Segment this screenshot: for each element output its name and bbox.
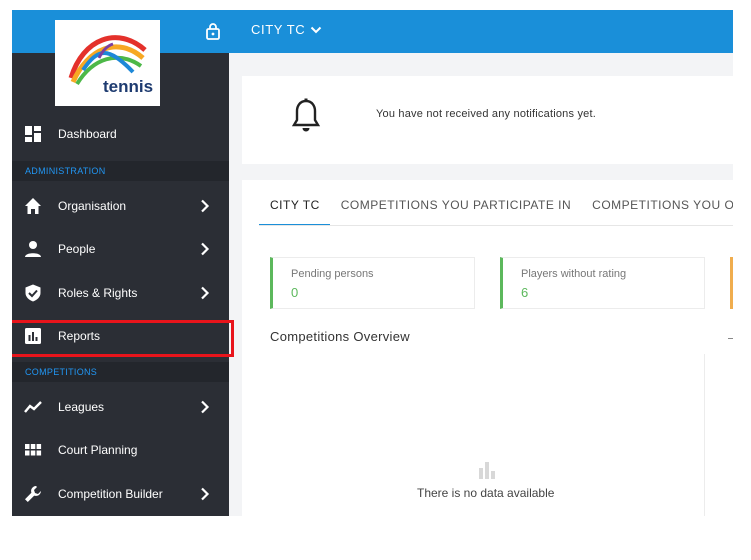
- stat-label: Players without rating: [521, 268, 627, 280]
- stat-label: Pending persons: [291, 268, 374, 280]
- sidebar-item-label: Reports: [58, 329, 101, 343]
- chevron-right-icon: [201, 242, 210, 256]
- tab-city-tc[interactable]: CITY TC: [259, 180, 330, 226]
- organisation-selector[interactable]: CITY TC: [251, 22, 322, 37]
- sidebar-item-label: Roles & Rights: [58, 286, 138, 300]
- section-header-competitions: COMPETITIONS: [12, 362, 229, 382]
- sidebar-item-label: Court Planning: [58, 443, 138, 457]
- organisation-name: CITY TC: [251, 22, 306, 37]
- sidebar-item-dashboard[interactable]: Dashboard: [12, 113, 229, 155]
- tab-competitions-participate[interactable]: COMPETITIONS YOU PARTICIPATE IN: [330, 180, 581, 226]
- bar-chart-icon: [25, 328, 41, 344]
- main-panel: CITY TC COMPETITIONS YOU PARTICIPATE IN …: [242, 180, 733, 516]
- empty-state-text: There is no data available: [417, 486, 555, 500]
- sidebar-item-label: People: [58, 242, 96, 256]
- chevron-right-icon: [201, 400, 210, 414]
- sidebar: tennis Dashboard ADMINISTRATION Organisa…: [12, 20, 229, 516]
- section-header-administration: ADMINISTRATION: [12, 161, 229, 181]
- sidebar-item-competition-builder[interactable]: Competition Builder: [12, 473, 229, 515]
- empty-chart-icon: [479, 462, 495, 479]
- trend-line-icon: [24, 401, 42, 413]
- home-icon: [25, 198, 41, 214]
- grid-icon: [25, 444, 42, 456]
- stat-card-pending-persons[interactable]: Pending persons 0: [270, 257, 475, 309]
- app-window: CITY TC tennis Dashboard ADMINISTRATION …: [12, 10, 733, 516]
- tab-bar: CITY TC COMPETITIONS YOU PARTICIPATE IN …: [259, 180, 733, 226]
- notification-message: You have not received any notifications …: [376, 108, 596, 120]
- sidebar-item-organisation[interactable]: Organisation: [12, 185, 229, 227]
- sidebar-item-label: Leagues: [58, 400, 105, 414]
- chevron-right-icon: [201, 199, 210, 213]
- sidebar-item-leagues[interactable]: Leagues: [12, 386, 229, 428]
- dashboard-icon: [25, 126, 41, 142]
- chevron-right-icon: [201, 286, 210, 300]
- stat-value: 0: [291, 285, 299, 300]
- bell-icon: [291, 98, 321, 132]
- sidebar-item-label: Organisation: [58, 199, 127, 213]
- notifications-panel: You have not received any notifications …: [242, 76, 733, 164]
- lock-icon[interactable]: [203, 21, 223, 41]
- sidebar-item-reports[interactable]: Reports: [12, 315, 229, 357]
- chevron-down-icon: [311, 26, 322, 33]
- chevron-right-icon: [201, 487, 210, 501]
- tab-competitions-organise[interactable]: COMPETITIONS YOU ORGA: [581, 180, 733, 226]
- stat-card-partial: [730, 257, 733, 309]
- tabs-divider: [259, 225, 733, 226]
- logo-text: tennis: [103, 77, 153, 96]
- stat-card-players-without-rating[interactable]: Players without rating 6: [500, 257, 705, 309]
- wrench-icon: [25, 486, 41, 502]
- vertical-divider: [704, 354, 705, 516]
- sidebar-item-roles-rights[interactable]: Roles & Rights: [12, 272, 229, 314]
- sidebar-item-court-planning[interactable]: Court Planning: [12, 429, 229, 471]
- competitions-overview-title: Competitions Overview: [270, 329, 410, 344]
- sidebar-item-label: Competition Builder: [58, 487, 163, 501]
- shield-check-icon: [25, 284, 41, 302]
- stat-value: 6: [521, 285, 529, 300]
- sidebar-item-people[interactable]: People: [12, 228, 229, 270]
- person-icon: [25, 241, 41, 257]
- tennis-logo[interactable]: tennis: [55, 20, 160, 106]
- sidebar-item-label: Dashboard: [58, 127, 117, 141]
- divider-mark: [728, 338, 733, 339]
